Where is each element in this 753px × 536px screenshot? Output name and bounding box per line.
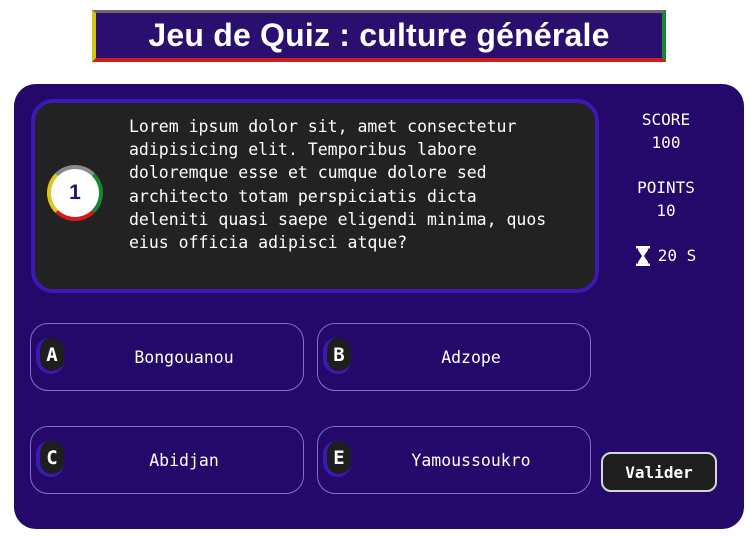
timer-display: 20 S — [612, 244, 720, 267]
page-title: Jeu de Quiz : culture générale — [148, 17, 610, 53]
points-value: 10 — [656, 201, 676, 220]
answer-option-e[interactable]: E Yamoussoukro — [317, 426, 591, 494]
score-label: SCORE — [641, 110, 691, 129]
answer-letter: E — [323, 441, 351, 477]
answer-letter: A — [36, 338, 64, 374]
question-text: Lorem ipsum dolor sit, amet consectetur … — [129, 117, 547, 253]
question-number-badge: 1 — [47, 165, 103, 221]
timer-value: 20 S — [657, 246, 697, 265]
quiz-panel: 1 Lorem ipsum dolor sit, amet consectetu… — [14, 84, 744, 529]
answer-text: Adzope — [441, 347, 501, 367]
validate-button[interactable]: Valider — [601, 452, 717, 492]
answer-text: Abidjan — [149, 450, 219, 470]
question-card: 1 Lorem ipsum dolor sit, amet consectetu… — [31, 99, 599, 293]
points-label: POINTS — [637, 178, 695, 197]
answer-text: Yamoussoukro — [411, 450, 531, 470]
answer-option-a[interactable]: A Bongouanou — [30, 323, 304, 391]
question-number: 1 — [69, 181, 81, 204]
answer-letter: B — [323, 338, 351, 374]
score-value: 100 — [651, 133, 681, 152]
answer-option-c[interactable]: C Abidjan — [30, 426, 304, 494]
answer-letter: C — [36, 441, 64, 477]
hourglass-icon — [635, 245, 650, 266]
points-display: POINTS 10 — [612, 176, 720, 222]
title-banner: Jeu de Quiz : culture générale — [92, 10, 666, 62]
answer-option-b[interactable]: B Adzope — [317, 323, 591, 391]
answer-text: Bongouanou — [134, 347, 234, 367]
score-display: SCORE 100 — [612, 108, 720, 154]
